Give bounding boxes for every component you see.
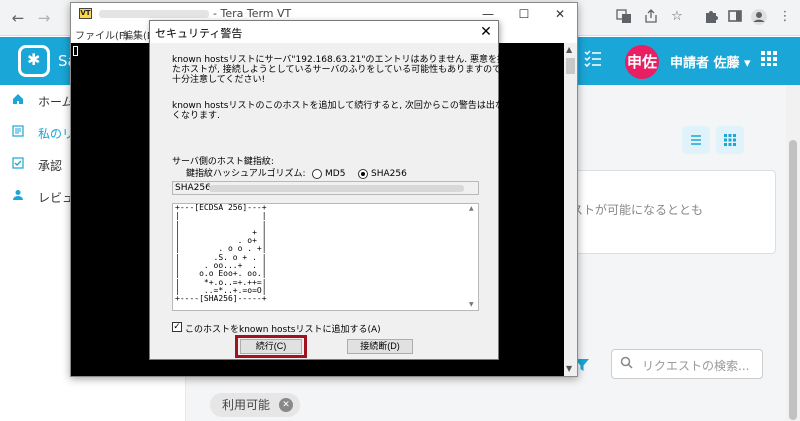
profile-icon[interactable]: [750, 8, 768, 26]
terminal-scrollbar-thumb[interactable]: [566, 58, 575, 74]
share-icon[interactable]: [642, 8, 660, 26]
puzzle-icon[interactable]: [702, 8, 720, 26]
sidepanel-icon[interactable]: [726, 8, 744, 26]
radio-md5-label[interactable]: MD5: [325, 169, 345, 179]
warning-message-line: 十分注意してください!: [172, 75, 266, 85]
sidebar-item-label: 私のリ: [38, 127, 75, 141]
list-view-button[interactable]: [682, 126, 710, 154]
add-host-checkbox-label[interactable]: このホストをknown hostsリストに追加する(A): [185, 322, 381, 335]
randomart-scrollbar[interactable]: ▲ ▼: [468, 204, 478, 310]
continue-button-highlight: [235, 335, 307, 358]
sidebar-item-label: ホーム: [38, 95, 74, 109]
info-message-line: くなります.: [172, 111, 220, 121]
translate-icon[interactable]: [615, 8, 633, 26]
scroll-down-icon[interactable]: ▼: [566, 364, 572, 373]
grid-view-button[interactable]: [716, 126, 744, 154]
dialog-titlebar[interactable]: セキュリティ警告 ✕: [150, 21, 498, 43]
teraterm-title: - Tera Term VT: [213, 7, 292, 20]
terminal-scrollbar[interactable]: ▲ ▼: [564, 43, 577, 376]
warning-message-line: known hostsリストにサーバ"192.168.63.21"のエントリはあ…: [172, 55, 515, 65]
chip-label: 利用可能: [222, 398, 271, 412]
warning-message-line: たホストが, 接続しようとしているサーバのふりをしている可能性もありますので,: [172, 65, 504, 75]
fingerprint-label: サーバ側のホスト鍵指紋:: [172, 157, 274, 167]
scroll-up-icon[interactable]: ▲: [566, 45, 572, 54]
randomart-box[interactable]: +---[ECDSA 256]---+ | | | | | + | | . o+…: [172, 203, 479, 311]
back-arrow-icon[interactable]: ←: [8, 8, 28, 28]
teraterm-app-icon: VT: [79, 8, 92, 19]
checklist-icon[interactable]: [584, 49, 602, 72]
radio-sha256[interactable]: [358, 169, 368, 179]
menu-file[interactable]: ファイル(F): [75, 27, 129, 42]
radio-sha256-label[interactable]: SHA256: [371, 169, 407, 179]
maximize-icon[interactable]: ☐: [509, 5, 539, 23]
search-placeholder: リクエストの検索...: [642, 359, 750, 373]
scroll-up-icon[interactable]: ▲: [469, 205, 474, 212]
list-icon: [12, 125, 24, 140]
close-icon[interactable]: ✕: [476, 22, 496, 42]
avatar[interactable]: 申佐: [625, 45, 659, 79]
info-text: エストが可能になるととも: [559, 203, 704, 217]
fingerprint-prefix: SHA256: [175, 183, 211, 193]
chrome-menu-icon[interactable]: ⋮: [776, 8, 794, 26]
app-logo-icon[interactable]: [18, 45, 50, 77]
approve-icon: [12, 157, 24, 172]
redacted-host: [99, 10, 209, 18]
sidebar-item-label: レビュ: [38, 191, 75, 205]
user-menu[interactable]: 申請者 佐藤 ▾: [670, 52, 751, 71]
page-scrollbar-thumb[interactable]: [789, 140, 797, 420]
home-icon: [12, 93, 24, 108]
redacted-fingerprint: [209, 185, 464, 192]
radio-md5[interactable]: [312, 169, 322, 179]
info-message-line: known hostsリストのこのホストを追加して続行すると, 次回からこの警告…: [172, 101, 504, 111]
sidebar-item-label: 承認: [38, 159, 63, 173]
close-icon[interactable]: ✕: [545, 5, 575, 23]
disconnect-button[interactable]: 接続断(D): [347, 339, 413, 354]
terminal-cursor: [73, 46, 78, 56]
dialog-title: セキュリティ警告: [155, 27, 243, 40]
star-icon[interactable]: ☆: [668, 8, 686, 26]
search-icon: [620, 356, 633, 373]
hash-algorithm-label: 鍵指紋ハッシュアルゴリズム:: [186, 169, 306, 179]
add-host-checkbox[interactable]: ✓: [172, 322, 182, 332]
forward-arrow-icon[interactable]: →: [34, 8, 54, 28]
fingerprint-field[interactable]: SHA256: [172, 181, 479, 195]
page-scrollbar[interactable]: [786, 85, 800, 421]
search-input[interactable]: リクエストの検索...: [611, 349, 763, 379]
close-icon[interactable]: ✕: [279, 398, 294, 412]
user-icon: [12, 189, 24, 204]
scroll-down-icon[interactable]: ▼: [469, 301, 474, 308]
apps-grid-icon[interactable]: [760, 49, 778, 72]
filter-chip-available[interactable]: 利用可能 ✕: [210, 393, 301, 417]
security-warning-dialog: セキュリティ警告 ✕ known hostsリストにサーバ"192.168.63…: [149, 20, 515, 360]
randomart-text: +---[ECDSA 256]---+ | | | | | + | | . o+…: [175, 203, 267, 304]
